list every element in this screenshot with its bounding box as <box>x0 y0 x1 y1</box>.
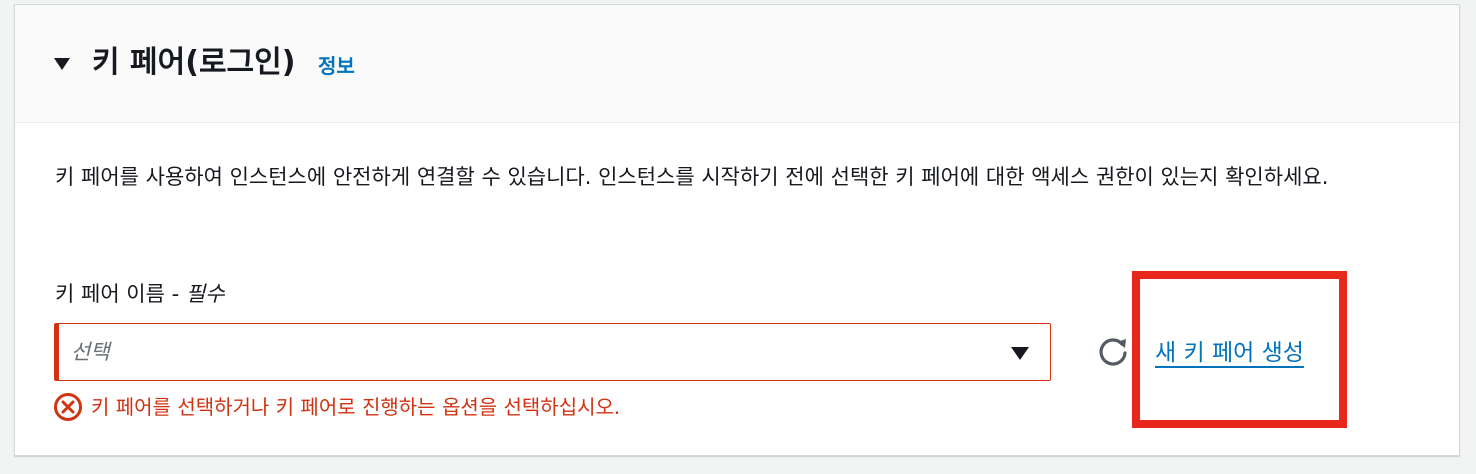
key-pair-panel: 키 페어(로그인) 정보 키 페어를 사용하여 인스턴스에 안전하게 연결할 수… <box>14 4 1460 456</box>
create-key-pair-link[interactable]: 새 키 페어 생성 <box>1155 337 1304 369</box>
error-text: 키 페어를 선택하거나 키 페어로 진행하는 옵션을 선택하십시오. <box>91 395 621 419</box>
panel-title: 키 페어(로그인) <box>92 45 296 80</box>
info-link[interactable]: 정보 <box>318 53 355 79</box>
field-label-text: 키 페어 이름 - <box>55 282 186 306</box>
refresh-icon[interactable] <box>1095 335 1131 371</box>
select-placeholder: 선택 <box>71 340 110 364</box>
key-pair-select[interactable]: 선택 <box>54 323 1051 381</box>
panel-header: 키 페어(로그인) 정보 <box>15 5 1459 123</box>
select-dropdown-icon <box>1011 347 1029 360</box>
key-pair-name-label: 키 페어 이름 - 필수 <box>55 279 225 309</box>
collapse-caret-icon[interactable] <box>54 58 70 70</box>
error-icon <box>54 393 82 421</box>
required-label: 필수 <box>185 282 225 306</box>
description-text: 키 페어를 사용하여 인스턴스에 안전하게 연결할 수 있습니다. 인스턴스를 … <box>55 165 1329 189</box>
